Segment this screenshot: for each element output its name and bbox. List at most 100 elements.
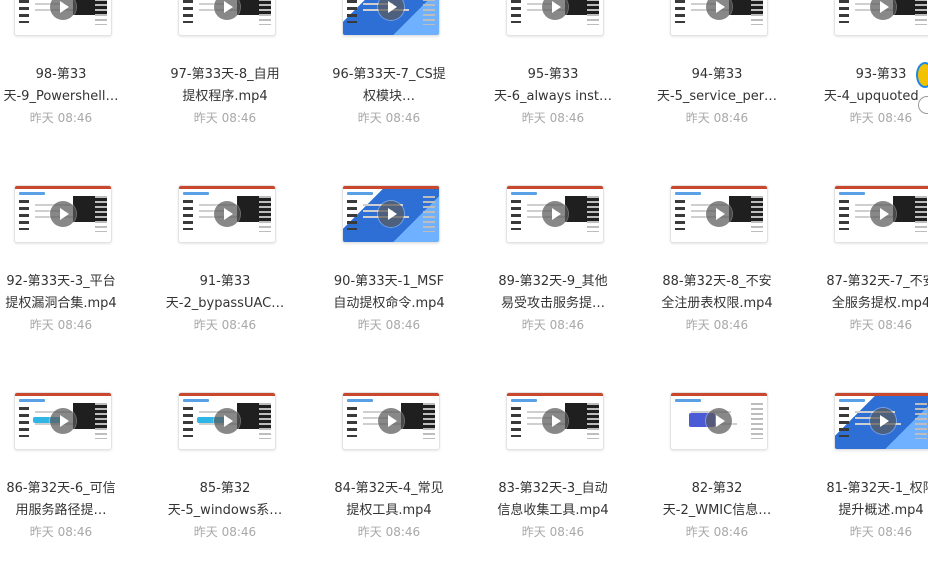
thumbnail-decoration [347,192,373,195]
file-name[interactable]: 87-第32天-7_不安 全服务提权.mp4 [810,271,928,315]
file-name[interactable]: 93-第33 天-4_upquoted_… [810,64,928,108]
video-file-tile[interactable]: 95-第33 天-6_always inst… 昨天 08:46 [478,0,628,125]
play-icon[interactable] [870,201,896,227]
video-thumbnail[interactable] [834,0,928,36]
video-thumbnail[interactable] [670,185,768,243]
thumbnail-decoration [423,196,435,232]
video-thumbnail[interactable] [178,392,276,450]
video-file-tile[interactable]: 97-第33天-8_自用 提权程序.mp4 昨天 08:46 [150,0,300,125]
thumbnail-decoration [343,393,439,396]
thumbnail-decoration [675,200,685,230]
video-file-tile[interactable]: 87-第32天-7_不安 全服务提权.mp4 昨天 08:46 [806,177,928,332]
video-thumbnail[interactable] [834,392,928,450]
thumbnail-decoration [915,0,927,25]
video-file-tile[interactable]: 94-第33 天-5_service_per… 昨天 08:46 [642,0,792,125]
thumbnail-decoration [259,403,271,439]
thumbnail-decoration [15,393,111,396]
play-icon[interactable] [706,408,732,434]
video-thumbnail[interactable] [14,185,112,243]
play-icon[interactable] [870,408,896,434]
video-file-tile[interactable]: 98-第33 天-9_Powershell… 昨天 08:46 [0,0,136,125]
play-icon[interactable] [870,0,896,20]
file-name-line-2: 自动提权命令.mp4 [333,296,445,311]
file-name[interactable]: 89-第32天-9_其他 易受攻击服务提… [482,271,624,315]
video-thumbnail[interactable] [506,185,604,243]
play-icon[interactable] [542,408,568,434]
thumbnail-decoration [507,393,603,396]
video-thumbnail[interactable] [834,185,928,243]
play-icon[interactable] [214,201,240,227]
play-icon[interactable] [214,0,240,20]
thumbnail-decoration [179,186,275,189]
play-icon[interactable] [50,201,76,227]
floating-assistant-icon[interactable] [916,62,928,88]
thumbnail-decoration [19,200,29,230]
file-name-line-1: 93-第33 [855,67,907,82]
video-thumbnail[interactable] [506,392,604,450]
file-name[interactable]: 95-第33 天-6_always inst… [482,64,624,108]
thumbnail-decoration [183,407,193,437]
play-icon[interactable] [542,201,568,227]
video-file-tile[interactable]: 86-第32天-6_可信 用服务路径提… 昨天 08:46 [0,384,136,539]
video-file-tile[interactable]: 81-第32天-1_权限 提升概述.mp4 昨天 08:46 [806,384,928,539]
play-icon[interactable] [378,408,404,434]
file-name[interactable]: 84-第32天-4_常见 提权工具.mp4 [318,478,460,522]
file-name[interactable]: 96-第33天-7_CS提 权模块… [318,64,460,108]
file-name[interactable]: 82-第32 天-2_WMIC信息… [646,478,788,522]
video-file-tile[interactable]: 90-第33天-1_MSF 自动提权命令.mp4 昨天 08:46 [314,177,464,332]
video-thumbnail[interactable] [14,0,112,36]
video-thumbnail[interactable] [670,392,768,450]
video-thumbnail[interactable] [342,0,440,36]
file-name[interactable]: 90-第33天-1_MSF 自动提权命令.mp4 [318,271,460,315]
play-icon[interactable] [706,201,732,227]
thumbnail-decoration [511,200,521,230]
play-icon[interactable] [706,0,732,20]
file-name[interactable]: 81-第32天-1_权限 提升概述.mp4 [810,478,928,522]
video-thumbnail[interactable] [506,0,604,36]
video-thumbnail[interactable] [14,392,112,450]
play-icon[interactable] [50,408,76,434]
modified-time: 昨天 08:46 [685,111,749,125]
file-name[interactable]: 98-第33 天-9_Powershell… [0,64,132,108]
file-name[interactable]: 88-第32天-8_不安 全注册表权限.mp4 [646,271,788,315]
video-file-tile[interactable]: 84-第32天-4_常见 提权工具.mp4 昨天 08:46 [314,384,464,539]
video-file-tile[interactable]: 93-第33 天-4_upquoted_… 昨天 08:46 [806,0,928,125]
file-name[interactable]: 97-第33天-8_自用 提权程序.mp4 [154,64,296,108]
thumbnail-decoration [507,186,603,189]
play-icon[interactable] [50,0,76,20]
video-file-tile[interactable]: 96-第33天-7_CS提 权模块… 昨天 08:46 [314,0,464,125]
play-icon[interactable] [542,0,568,20]
video-file-tile[interactable]: 91-第33 天-2_bypassUAC… 昨天 08:46 [150,177,300,332]
file-name[interactable]: 92-第33天-3_平台 提权漏洞合集.mp4 [0,271,132,315]
video-file-tile[interactable]: 85-第32 天-5_windows系… 昨天 08:46 [150,384,300,539]
file-name[interactable]: 83-第32天-3_自动 信息收集工具.mp4 [482,478,624,522]
thumbnail-decoration [839,0,849,23]
thumbnail-decoration [511,407,521,437]
video-file-tile[interactable]: 83-第32天-3_自动 信息收集工具.mp4 昨天 08:46 [478,384,628,539]
file-name-line-1: 96-第33天-7_CS提 [332,67,446,82]
file-name-line-2: 天-6_always inst… [494,89,612,104]
file-name-line-2: 用服务路径提… [15,503,107,518]
video-file-tile[interactable]: 82-第32 天-2_WMIC信息… 昨天 08:46 [642,384,792,539]
file-name[interactable]: 85-第32 天-5_windows系… [154,478,296,522]
play-icon[interactable] [378,201,404,227]
file-name-line-2: 提权程序.mp4 [182,89,268,104]
thumbnail-decoration [839,192,865,195]
thumbnail-decoration [751,403,763,439]
video-thumbnail[interactable] [342,185,440,243]
play-icon[interactable] [378,0,404,20]
video-thumbnail[interactable] [178,0,276,36]
play-icon[interactable] [214,408,240,434]
modified-time: 昨天 08:46 [521,525,585,539]
file-name[interactable]: 91-第33 天-2_bypassUAC… [154,271,296,315]
video-file-tile[interactable]: 89-第32天-9_其他 易受攻击服务提… 昨天 08:46 [478,177,628,332]
thumbnail-decoration [347,407,357,437]
file-name[interactable]: 94-第33 天-5_service_per… [646,64,788,108]
thumbnail-decoration [675,399,701,402]
video-file-tile[interactable]: 88-第32天-8_不安 全注册表权限.mp4 昨天 08:46 [642,177,792,332]
video-thumbnail[interactable] [342,392,440,450]
file-name[interactable]: 86-第32天-6_可信 用服务路径提… [0,478,132,522]
video-thumbnail[interactable] [670,0,768,36]
video-thumbnail[interactable] [178,185,276,243]
video-file-tile[interactable]: 92-第33天-3_平台 提权漏洞合集.mp4 昨天 08:46 [0,177,136,332]
